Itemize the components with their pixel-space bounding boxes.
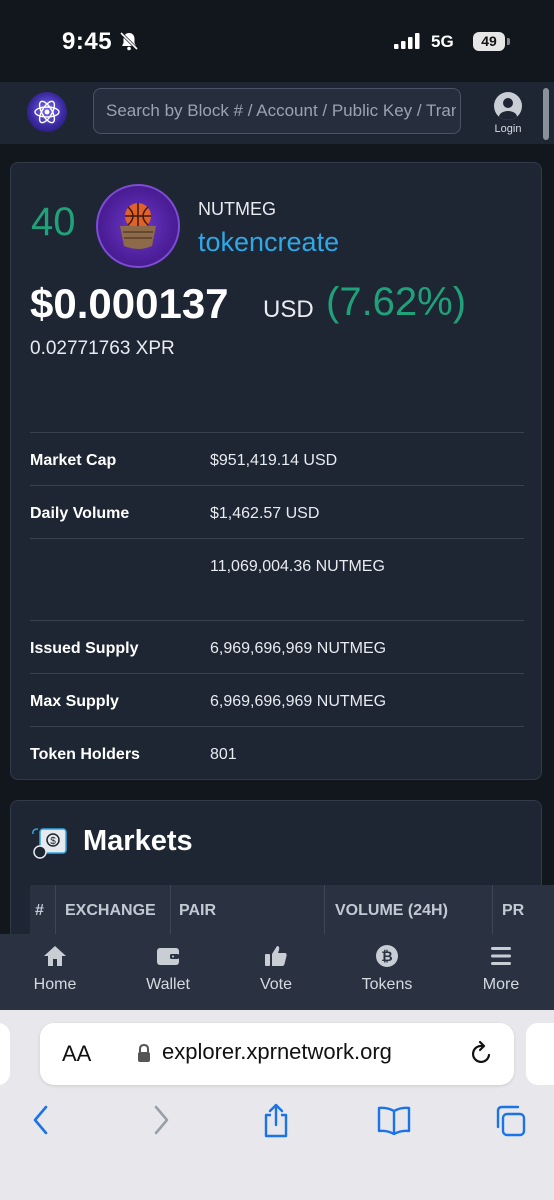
forward-icon[interactable]: [150, 1103, 172, 1137]
reload-icon[interactable]: [470, 1040, 494, 1066]
nav-label: Tokens: [361, 976, 413, 993]
battery-tip: [507, 38, 510, 45]
status-time: 9:45: [62, 28, 113, 55]
previous-tab-peek[interactable]: [0, 1023, 10, 1085]
stat-value: 6,969,696,969 NUTMEG: [210, 693, 387, 710]
column-header-number[interactable]: #: [35, 902, 44, 920]
stat-value: 11,069,004.36 NUTMEG: [210, 558, 385, 575]
user-icon: [494, 92, 522, 120]
scrollbar[interactable]: [543, 88, 549, 140]
column-header-volume[interactable]: VOLUME (24H): [335, 902, 448, 920]
signal-icon: [394, 33, 420, 49]
nav-wallet[interactable]: Wallet: [128, 944, 208, 994]
login-label: Login: [494, 123, 522, 135]
column-divider: [55, 885, 56, 937]
search-input[interactable]: [106, 89, 456, 133]
reader-aa-button[interactable]: AA: [62, 1041, 91, 1067]
stat-row-volume-token: 11,069,004.36 NUTMEG: [30, 538, 524, 592]
share-icon[interactable]: [261, 1103, 291, 1139]
svg-text:₿: ₿: [381, 948, 392, 964]
price-unit: USD: [263, 296, 314, 323]
login-button[interactable]: Login: [488, 92, 528, 135]
stat-value: $951,419.14 USD: [210, 452, 338, 469]
token-rank: 40: [31, 200, 76, 244]
column-divider: [324, 885, 325, 937]
bitcoin-icon: ₿: [376, 945, 398, 967]
column-divider: [170, 885, 171, 937]
nav-tokens[interactable]: ₿ Tokens: [347, 944, 427, 994]
back-icon[interactable]: [30, 1103, 52, 1137]
battery-icon: 49: [473, 32, 505, 51]
bell-slash-icon: [119, 31, 139, 51]
column-divider: [492, 885, 493, 937]
token-symbol: NUTMEG: [198, 199, 276, 219]
stat-label: Max Supply: [30, 693, 119, 710]
stat-row-issued-supply: Issued Supply 6,969,696,969 NUTMEG: [30, 620, 524, 674]
column-header-price[interactable]: PR: [502, 902, 524, 920]
stat-row-daily-volume: Daily Volume $1,462.57 USD: [30, 485, 524, 539]
token-logo: [96, 184, 180, 268]
stat-row-max-supply: Max Supply 6,969,696,969 NUTMEG: [30, 673, 524, 727]
network-type: 5G: [431, 32, 454, 51]
wallet-icon: [157, 948, 179, 965]
menu-icon: [491, 947, 511, 965]
column-header-pair[interactable]: PAIR: [179, 902, 216, 920]
nav-vote[interactable]: Vote: [236, 944, 316, 994]
stat-value: 6,969,696,969 NUTMEG: [210, 640, 387, 657]
svg-text:$: $: [50, 836, 56, 847]
stat-value: 801: [210, 746, 237, 763]
stat-value: $1,462.57 USD: [210, 505, 320, 522]
column-header-exchange[interactable]: EXCHANGE: [65, 902, 156, 920]
exchange-money-icon: $: [32, 828, 67, 859]
nav-label: Home: [33, 976, 77, 993]
stat-label: Token Holders: [30, 746, 140, 763]
token-price: $0.000137: [30, 280, 229, 327]
bookmarks-icon[interactable]: [376, 1103, 412, 1137]
home-icon: [44, 946, 66, 966]
stat-row-token-holders: Token Holders 801: [30, 726, 524, 780]
markets-table-header: # EXCHANGE PAIR VOLUME (24H) PR: [30, 885, 554, 937]
next-tab-peek[interactable]: [526, 1023, 554, 1085]
token-account-link[interactable]: tokencreate: [198, 227, 339, 258]
xpr-logo-icon[interactable]: [27, 92, 67, 132]
stat-row-market-cap: Market Cap $951,419.14 USD: [30, 432, 524, 486]
basketball-basket-icon: [120, 203, 156, 249]
nav-label: Vote: [259, 976, 293, 993]
price-xpr: 0.02771763 XPR: [30, 338, 175, 359]
url-text[interactable]: explorer.xprnetwork.org: [162, 1039, 392, 1065]
nav-label: Wallet: [146, 976, 190, 993]
search-box[interactable]: [93, 88, 461, 134]
markets-title: Markets: [83, 825, 193, 857]
atom-icon: [34, 100, 60, 124]
nav-more[interactable]: More: [461, 944, 541, 994]
price-change: (7.62%): [326, 280, 467, 324]
lock-icon: [138, 1043, 150, 1062]
nav-home[interactable]: Home: [15, 944, 95, 994]
tabs-icon[interactable]: [494, 1103, 528, 1139]
stat-label: Daily Volume: [30, 505, 130, 522]
nav-label: More: [482, 976, 520, 993]
stat-label: Market Cap: [30, 452, 117, 469]
stat-label: Issued Supply: [30, 640, 139, 657]
thumbs-up-icon: [265, 946, 287, 966]
